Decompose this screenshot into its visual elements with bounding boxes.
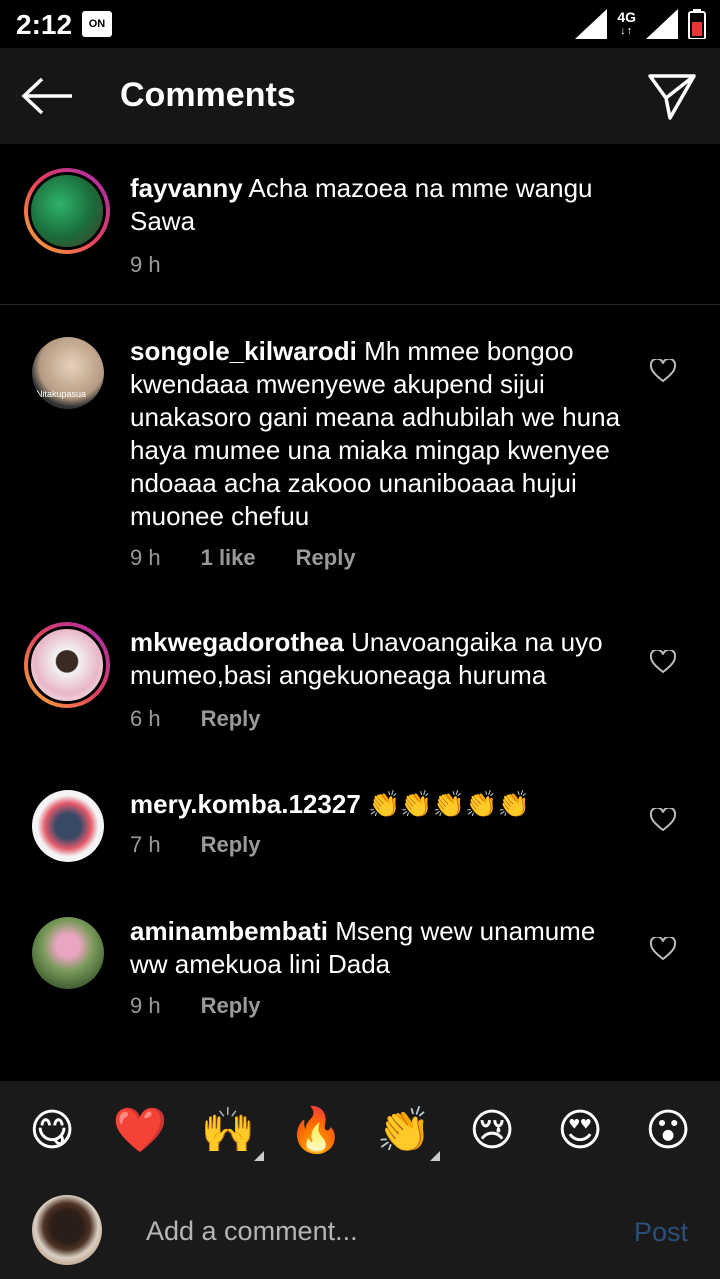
comment-text: 👏👏👏👏👏 bbox=[368, 789, 530, 819]
post-button[interactable]: Post bbox=[634, 1217, 688, 1248]
like-heart-icon[interactable] bbox=[650, 650, 676, 674]
skin-tone-indicator-icon bbox=[254, 1151, 264, 1161]
header-bar: Comments bbox=[0, 48, 720, 144]
clap-emoji-button[interactable]: 👏 bbox=[374, 1107, 440, 1161]
battery-icon bbox=[688, 9, 706, 39]
comment-time: 6 h bbox=[130, 706, 161, 731]
comment-time: 9 h bbox=[130, 252, 161, 277]
status-icons: 4G ↓↑ bbox=[575, 8, 706, 40]
like-heart-icon[interactable] bbox=[650, 359, 676, 383]
direct-share-icon[interactable] bbox=[646, 70, 698, 122]
on-badge-icon: ON bbox=[82, 11, 112, 37]
avatar-caption: Nitakupasua bbox=[36, 389, 87, 399]
divider bbox=[0, 304, 720, 305]
signal-icon bbox=[575, 9, 608, 39]
comment-time: 9 h bbox=[130, 545, 161, 570]
avatar[interactable] bbox=[32, 790, 104, 862]
heart-emoji-button[interactable]: ❤️ bbox=[110, 1107, 170, 1155]
back-arrow-icon[interactable] bbox=[20, 76, 76, 116]
reply-button[interactable]: Reply bbox=[201, 706, 261, 732]
signal-icon-2 bbox=[646, 9, 678, 39]
likes-count-link[interactable]: 1 like bbox=[201, 545, 256, 571]
like-heart-icon[interactable] bbox=[650, 937, 676, 961]
avatar[interactable] bbox=[32, 917, 104, 989]
avatar[interactable] bbox=[24, 622, 110, 708]
surprised-emoji-button[interactable]: 😮 bbox=[638, 1107, 698, 1155]
comment-time: 9 h bbox=[130, 993, 161, 1018]
avatar[interactable] bbox=[24, 168, 110, 254]
status-time: 2:12 bbox=[16, 9, 73, 40]
comment-username[interactable]: mery.komba.12327 bbox=[130, 789, 361, 819]
yum-emoji-button[interactable]: 😋 bbox=[22, 1107, 82, 1155]
avatar[interactable]: Nitakupasua bbox=[32, 337, 104, 409]
network-type-label: 4G ↓↑ bbox=[617, 9, 636, 37]
like-heart-icon[interactable] bbox=[650, 808, 676, 832]
reply-button[interactable]: Reply bbox=[201, 832, 261, 858]
raised-hands-emoji-button[interactable]: 🙌 bbox=[198, 1107, 264, 1161]
fire-emoji-button[interactable]: 🔥 bbox=[286, 1107, 346, 1155]
comment-username[interactable]: fayvanny bbox=[130, 173, 243, 203]
comment-username[interactable]: songole_kilwarodi bbox=[130, 336, 357, 366]
emoji-quick-bar: 😋 ❤️ 🙌 🔥 👏 😢 😍 😮 bbox=[0, 1081, 720, 1181]
reply-button[interactable]: Reply bbox=[201, 993, 261, 1019]
skin-tone-indicator-icon bbox=[430, 1151, 440, 1161]
cry-emoji-button[interactable]: 😢 bbox=[462, 1107, 522, 1155]
status-bar: 2:12 ON 4G ↓↑ bbox=[0, 0, 720, 48]
page-title: Comments bbox=[120, 76, 296, 114]
comment-username[interactable]: aminambembati bbox=[130, 916, 328, 946]
reply-button[interactable]: Reply bbox=[296, 545, 356, 571]
comment-time: 7 h bbox=[130, 832, 161, 857]
comment-username[interactable]: mkwegadorothea bbox=[130, 627, 344, 657]
heart-eyes-emoji-button[interactable]: 😍 bbox=[550, 1107, 610, 1155]
comment-input-bar: Post bbox=[0, 1181, 720, 1279]
comment-input[interactable] bbox=[144, 1207, 608, 1255]
current-user-avatar bbox=[32, 1195, 102, 1265]
